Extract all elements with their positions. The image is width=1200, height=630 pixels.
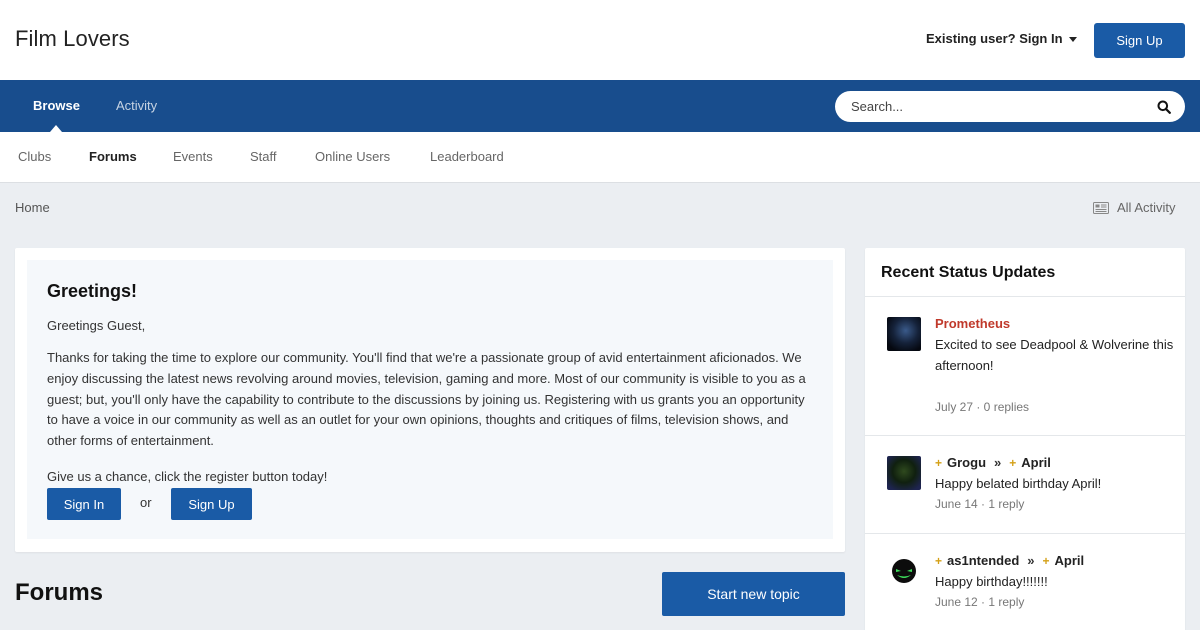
member-badge-icon: + xyxy=(1009,455,1017,470)
search-icon[interactable] xyxy=(1157,100,1171,114)
all-activity-label: All Activity xyxy=(1117,200,1176,215)
status-meta[interactable]: July 27 · 0 replies xyxy=(935,400,1029,414)
breadcrumb-home[interactable]: Home xyxy=(15,200,50,215)
status-text: Happy birthday!!!!!!! xyxy=(935,574,1048,589)
signin-link-label: Existing user? Sign In xyxy=(926,31,1063,46)
status-author: + Grogu » + April xyxy=(935,455,1051,470)
existing-user-signin-link[interactable]: Existing user? Sign In xyxy=(926,31,1077,46)
target-link[interactable]: April xyxy=(1055,553,1085,568)
greeting-guest: Greetings Guest, xyxy=(47,318,146,333)
member-badge-icon: + xyxy=(1042,553,1050,568)
reply-arrow-icon: » xyxy=(1027,553,1035,568)
secondary-nav: Clubs Forums Events Staff Online Users L… xyxy=(0,132,1200,183)
divider xyxy=(865,435,1185,436)
subnav-forums[interactable]: Forums xyxy=(89,149,137,164)
site-logo[interactable]: Film Lovers xyxy=(15,26,130,52)
recent-status-widget: Recent Status Updates Prometheus Excited… xyxy=(865,248,1185,630)
author-link[interactable]: Grogu xyxy=(947,455,986,470)
grinning-face-icon xyxy=(892,559,916,583)
nav-activity[interactable]: Activity xyxy=(116,98,157,113)
greeting-card: Greetings! Greetings Guest, Thanks for t… xyxy=(15,248,845,552)
status-meta[interactable]: June 14 · 1 reply xyxy=(935,497,1024,511)
caret-down-icon xyxy=(1068,36,1077,42)
divider xyxy=(865,533,1185,534)
divider xyxy=(865,296,1185,297)
status-meta[interactable]: June 12 · 1 reply xyxy=(935,595,1024,609)
search-input[interactable] xyxy=(835,99,1135,114)
status-author: + as1ntended » + April xyxy=(935,553,1084,568)
start-new-topic-button[interactable]: Start new topic xyxy=(662,572,845,616)
signin-button[interactable]: Sign In xyxy=(47,488,121,520)
nav-browse[interactable]: Browse xyxy=(33,98,80,113)
subnav-clubs[interactable]: Clubs xyxy=(18,149,51,164)
greeting-panel: Greetings! Greetings Guest, Thanks for t… xyxy=(27,260,833,539)
all-activity-link[interactable]: All Activity xyxy=(1093,200,1176,215)
status-text: Happy belated birthday April! xyxy=(935,476,1102,491)
activity-feed-icon xyxy=(1093,201,1109,214)
greeting-body: Thanks for taking the time to explore ou… xyxy=(47,350,806,449)
site-header: Film Lovers Existing user? Sign In Sign … xyxy=(0,0,1200,80)
avatar[interactable] xyxy=(887,554,921,588)
member-badge-icon: + xyxy=(935,455,943,470)
subnav-leaderboard[interactable]: Leaderboard xyxy=(430,149,504,164)
widget-title: Recent Status Updates xyxy=(881,264,1056,281)
avatar[interactable] xyxy=(887,456,921,490)
subnav-events[interactable]: Events xyxy=(173,149,213,164)
signup-button[interactable]: Sign Up xyxy=(171,488,252,520)
author-link[interactable]: Prometheus xyxy=(935,316,1010,331)
avatar[interactable] xyxy=(887,317,921,351)
target-link[interactable]: April xyxy=(1021,455,1051,470)
subnav-online-users[interactable]: Online Users xyxy=(315,149,390,164)
reply-arrow-icon: » xyxy=(994,455,1002,470)
author-link[interactable]: as1ntended xyxy=(947,553,1019,568)
forums-heading: Forums xyxy=(15,579,104,606)
or-separator: or xyxy=(140,495,152,510)
member-badge-icon: + xyxy=(935,553,943,568)
greeting-cta: Give us a chance, click the register but… xyxy=(47,469,328,484)
status-author: Prometheus xyxy=(935,316,1010,331)
greeting-title: Greetings! xyxy=(47,281,138,301)
header-signup-button[interactable]: Sign Up xyxy=(1094,23,1185,58)
subnav-staff[interactable]: Staff xyxy=(250,149,277,164)
status-text: Excited to see Deadpool & Wolverine this… xyxy=(935,337,1174,373)
search-box xyxy=(835,91,1185,122)
active-nav-indicator xyxy=(50,125,62,132)
